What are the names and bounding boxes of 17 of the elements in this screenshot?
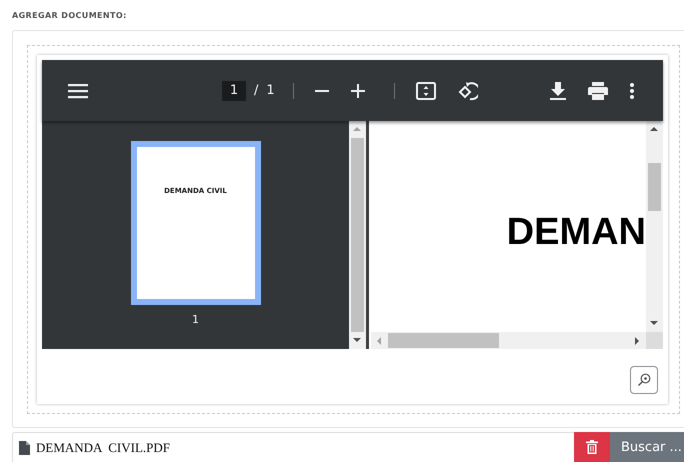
zoom-icon (637, 373, 651, 387)
file-icon (19, 440, 30, 454)
file-field[interactable]: DEMANDA CIVIL.PDF (12, 432, 574, 462)
zoom-button[interactable] (630, 366, 658, 394)
scrollbar[interactable] (646, 121, 663, 332)
page-total: 1 (266, 83, 275, 98)
page-number: 1 (192, 313, 199, 326)
delete-button[interactable] (574, 432, 610, 462)
page-heading: DEMAN (506, 211, 646, 254)
browse-button[interactable]: Buscar ... (610, 432, 684, 462)
scrollbar[interactable] (371, 332, 663, 349)
trash-icon (586, 440, 598, 454)
page-separator: / (254, 83, 258, 98)
file-name: DEMANDA CIVIL.PDF (36, 440, 170, 456)
section-label: AGREGAR DOCUMENTO: (11, 10, 128, 22)
scrollbar[interactable] (349, 121, 366, 349)
page-input[interactable]: 1 (222, 80, 246, 100)
